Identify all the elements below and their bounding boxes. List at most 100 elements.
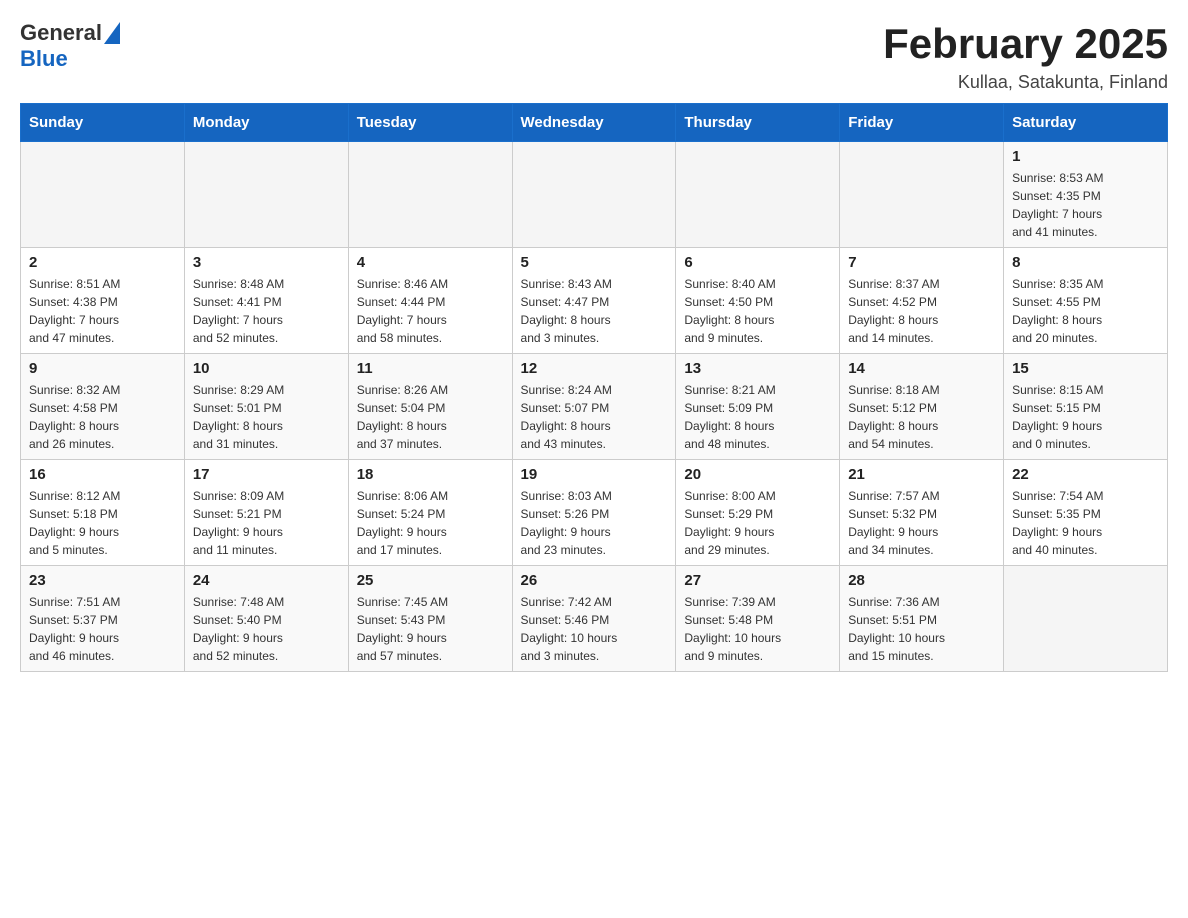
calendar-cell [184, 142, 348, 248]
day-info: Sunrise: 8:35 AM Sunset: 4:55 PM Dayligh… [1012, 275, 1159, 347]
day-info: Sunrise: 8:26 AM Sunset: 5:04 PM Dayligh… [357, 381, 504, 453]
calendar-cell: 19 Sunrise: 8:03 AM Sunset: 5:26 PM Dayli… [512, 460, 676, 566]
logo: General Blue [20, 20, 120, 72]
calendar-table: SundayMondayTuesdayWednesdayThursdayFrid… [20, 103, 1168, 672]
calendar-cell: 9 Sunrise: 8:32 AM Sunset: 4:58 PM Daylig… [21, 354, 185, 460]
day-info: Sunrise: 8:18 AM Sunset: 5:12 PM Dayligh… [848, 381, 995, 453]
day-number: 5 [521, 254, 668, 271]
day-info: Sunrise: 8:06 AM Sunset: 5:24 PM Dayligh… [357, 487, 504, 559]
day-info: Sunrise: 8:21 AM Sunset: 5:09 PM Dayligh… [684, 381, 831, 453]
day-info: Sunrise: 7:48 AM Sunset: 5:40 PM Dayligh… [193, 593, 340, 665]
day-number: 20 [684, 466, 831, 483]
day-info: Sunrise: 8:03 AM Sunset: 5:26 PM Dayligh… [521, 487, 668, 559]
calendar-cell: 24Sunrise: 7:48 AM Sunset: 5:40 PM Dayli… [184, 566, 348, 672]
calendar-cell: 5 Sunrise: 8:43 AM Sunset: 4:47 PM Daylig… [512, 248, 676, 354]
day-number: 17 [193, 466, 340, 483]
calendar-cell: 25 Sunrise: 7:45 AM Sunset: 5:43 PM Dayli… [348, 566, 512, 672]
day-info: Sunrise: 7:36 AM Sunset: 5:51 PM Dayligh… [848, 593, 995, 665]
calendar-title: February 2025 [883, 20, 1168, 68]
calendar-cell: 17 Sunrise: 8:09 AM Sunset: 5:21 PM Dayli… [184, 460, 348, 566]
day-number: 12 [521, 360, 668, 377]
title-block: February 2025 Kullaa, Satakunta, Finland [883, 20, 1168, 93]
day-number: 23 [29, 572, 176, 589]
day-info: Sunrise: 8:29 AM Sunset: 5:01 PM Dayligh… [193, 381, 340, 453]
calendar-cell: 18 Sunrise: 8:06 AM Sunset: 5:24 PM Dayli… [348, 460, 512, 566]
day-info: Sunrise: 8:09 AM Sunset: 5:21 PM Dayligh… [193, 487, 340, 559]
day-number: 1 [1012, 148, 1159, 165]
calendar-cell: 16 Sunrise: 8:12 AM Sunset: 5:18 PM Dayli… [21, 460, 185, 566]
calendar-cell: 8 Sunrise: 8:35 AM Sunset: 4:55 PM Daylig… [1004, 248, 1168, 354]
day-info: Sunrise: 7:39 AM Sunset: 5:48 PM Dayligh… [684, 593, 831, 665]
day-info: Sunrise: 8:46 AM Sunset: 4:44 PM Dayligh… [357, 275, 504, 347]
day-of-week-header: Thursday [676, 104, 840, 142]
calendar-subtitle: Kullaa, Satakunta, Finland [883, 72, 1168, 93]
calendar-cell: 13 Sunrise: 8:21 AM Sunset: 5:09 PM Dayli… [676, 354, 840, 460]
day-info: Sunrise: 7:42 AM Sunset: 5:46 PM Dayligh… [521, 593, 668, 665]
calendar-cell [512, 142, 676, 248]
calendar-cell: 4 Sunrise: 8:46 AM Sunset: 4:44 PM Daylig… [348, 248, 512, 354]
day-number: 19 [521, 466, 668, 483]
calendar-cell: 20 Sunrise: 8:00 AM Sunset: 5:29 PM Dayli… [676, 460, 840, 566]
calendar-header-row: SundayMondayTuesdayWednesdayThursdayFrid… [21, 104, 1168, 142]
day-number: 21 [848, 466, 995, 483]
day-number: 25 [357, 572, 504, 589]
day-number: 4 [357, 254, 504, 271]
calendar-cell: 6 Sunrise: 8:40 AM Sunset: 4:50 PM Daylig… [676, 248, 840, 354]
day-number: 13 [684, 360, 831, 377]
calendar-cell: 27 Sunrise: 7:39 AM Sunset: 5:48 PM Dayli… [676, 566, 840, 672]
calendar-cell: 23 Sunrise: 7:51 AM Sunset: 5:37 PM Dayli… [21, 566, 185, 672]
day-number: 9 [29, 360, 176, 377]
day-number: 15 [1012, 360, 1159, 377]
day-number: 26 [521, 572, 668, 589]
day-number: 16 [29, 466, 176, 483]
calendar-cell: 2Sunrise: 8:51 AM Sunset: 4:38 PM Daylig… [21, 248, 185, 354]
day-info: Sunrise: 7:51 AM Sunset: 5:37 PM Dayligh… [29, 593, 176, 665]
calendar-week-row: 1 Sunrise: 8:53 AM Sunset: 4:35 PM Daylig… [21, 142, 1168, 248]
day-of-week-header: Friday [840, 104, 1004, 142]
day-info: Sunrise: 8:48 AM Sunset: 4:41 PM Dayligh… [193, 275, 340, 347]
day-info: Sunrise: 8:37 AM Sunset: 4:52 PM Dayligh… [848, 275, 995, 347]
calendar-cell [840, 142, 1004, 248]
day-number: 28 [848, 572, 995, 589]
day-info: Sunrise: 8:12 AM Sunset: 5:18 PM Dayligh… [29, 487, 176, 559]
day-number: 2 [29, 254, 176, 271]
day-info: Sunrise: 8:32 AM Sunset: 4:58 PM Dayligh… [29, 381, 176, 453]
calendar-cell: 7 Sunrise: 8:37 AM Sunset: 4:52 PM Daylig… [840, 248, 1004, 354]
day-info: Sunrise: 8:43 AM Sunset: 4:47 PM Dayligh… [521, 275, 668, 347]
logo-blue-text: Blue [20, 46, 68, 71]
day-info: Sunrise: 8:40 AM Sunset: 4:50 PM Dayligh… [684, 275, 831, 347]
day-number: 7 [848, 254, 995, 271]
day-of-week-header: Sunday [21, 104, 185, 142]
calendar-cell: 14 Sunrise: 8:18 AM Sunset: 5:12 PM Dayli… [840, 354, 1004, 460]
calendar-week-row: 2Sunrise: 8:51 AM Sunset: 4:38 PM Daylig… [21, 248, 1168, 354]
day-number: 11 [357, 360, 504, 377]
day-info: Sunrise: 7:57 AM Sunset: 5:32 PM Dayligh… [848, 487, 995, 559]
day-number: 10 [193, 360, 340, 377]
calendar-week-row: 9 Sunrise: 8:32 AM Sunset: 4:58 PM Daylig… [21, 354, 1168, 460]
calendar-cell [1004, 566, 1168, 672]
day-info: Sunrise: 7:45 AM Sunset: 5:43 PM Dayligh… [357, 593, 504, 665]
page-header: General Blue February 2025 Kullaa, Satak… [20, 20, 1168, 93]
day-of-week-header: Wednesday [512, 104, 676, 142]
day-number: 8 [1012, 254, 1159, 271]
calendar-week-row: 16 Sunrise: 8:12 AM Sunset: 5:18 PM Dayli… [21, 460, 1168, 566]
day-number: 14 [848, 360, 995, 377]
day-info: Sunrise: 8:15 AM Sunset: 5:15 PM Dayligh… [1012, 381, 1159, 453]
calendar-cell [21, 142, 185, 248]
day-number: 27 [684, 572, 831, 589]
day-number: 18 [357, 466, 504, 483]
logo-general-text: General [20, 20, 102, 46]
calendar-cell: 21 Sunrise: 7:57 AM Sunset: 5:32 PM Dayli… [840, 460, 1004, 566]
calendar-cell: 1 Sunrise: 8:53 AM Sunset: 4:35 PM Daylig… [1004, 142, 1168, 248]
calendar-cell: 22Sunrise: 7:54 AM Sunset: 5:35 PM Dayli… [1004, 460, 1168, 566]
calendar-cell [348, 142, 512, 248]
calendar-cell: 26 Sunrise: 7:42 AM Sunset: 5:46 PM Dayli… [512, 566, 676, 672]
calendar-cell [676, 142, 840, 248]
day-number: 22 [1012, 466, 1159, 483]
calendar-cell: 10 Sunrise: 8:29 AM Sunset: 5:01 PM Dayli… [184, 354, 348, 460]
day-of-week-header: Saturday [1004, 104, 1168, 142]
day-info: Sunrise: 8:53 AM Sunset: 4:35 PM Dayligh… [1012, 169, 1159, 241]
calendar-week-row: 23 Sunrise: 7:51 AM Sunset: 5:37 PM Dayli… [21, 566, 1168, 672]
day-number: 6 [684, 254, 831, 271]
day-info: Sunrise: 8:00 AM Sunset: 5:29 PM Dayligh… [684, 487, 831, 559]
